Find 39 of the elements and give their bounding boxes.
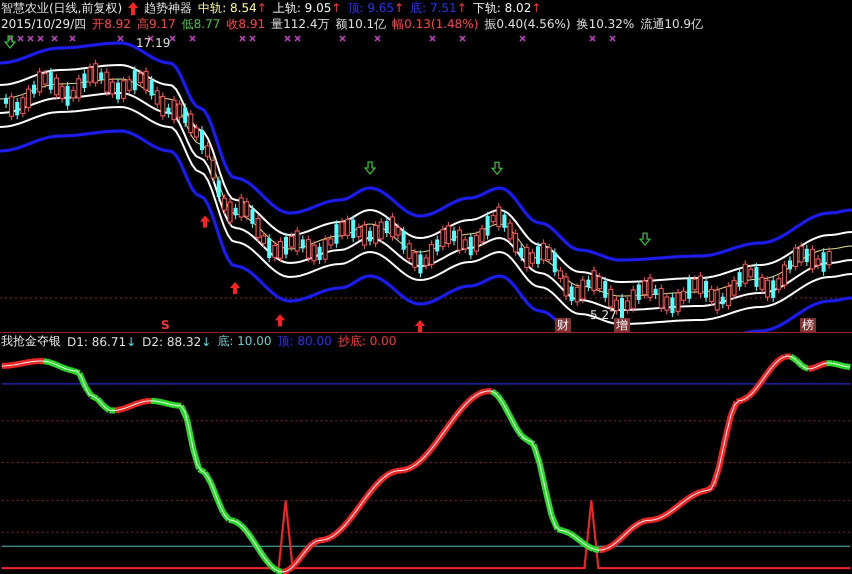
indicator-value: 下轨: 8.02↑	[472, 0, 542, 16]
quote-field: 量112.4万	[271, 16, 330, 32]
oscillator-title: 我抢金夺银	[1, 333, 61, 350]
up-arrow-icon	[200, 215, 210, 228]
quote-field: 开8.92	[92, 16, 131, 32]
chart-label: S	[161, 318, 170, 332]
down-arrow-icon	[364, 162, 376, 175]
quote-field: 高9.17	[136, 16, 176, 32]
quote-field: 幅0.13(1.48%)	[392, 16, 478, 32]
oscillator-value: 底: 10.00	[217, 333, 272, 350]
oscillator-value: 顶: 80.00	[278, 333, 332, 350]
up-arrow-icon	[128, 2, 138, 14]
indicator-value: 顶: 9.65↑	[347, 0, 404, 16]
indicator-value: 上轨: 9.05↑	[272, 0, 342, 16]
oscillator-value: D1: 86.71↓	[67, 334, 136, 349]
indicator-value: 底: 7.51↑	[410, 0, 467, 16]
quote-field: 流通10.9亿	[640, 16, 704, 32]
chart-label: 榜	[800, 318, 816, 332]
indicator-value: 中轨: 8.54↑	[198, 0, 267, 16]
up-arrow-icon	[275, 314, 285, 326]
quote-field: 额10.1亿	[335, 16, 386, 32]
down-arrow-icon	[4, 36, 16, 49]
oscillator-value: 抄底: 0.00	[338, 333, 396, 350]
chart-label: 17.19	[136, 36, 170, 50]
up-arrow-icon	[230, 282, 240, 294]
quote-field: 振0.40(4.56%)	[484, 16, 571, 32]
quote-field: 换10.32%	[576, 16, 634, 32]
stock-title: 智慧农业(日线,前复权)	[1, 0, 122, 16]
quote-field: 低8.77	[182, 16, 220, 32]
down-arrow-icon	[638, 232, 652, 246]
oscillator-value: D2: 88.32↓	[142, 334, 212, 349]
quote-date: 2015/10/29/四	[1, 16, 86, 32]
indicator-title: 趋势神器	[144, 0, 192, 16]
chart-label: 财	[555, 318, 571, 332]
chart-label: 增	[614, 318, 630, 332]
up-arrow-icon	[415, 320, 425, 332]
quote-field: 收8.91	[226, 16, 266, 32]
chart-label: 5.27	[590, 308, 617, 322]
down-arrow-icon	[490, 162, 504, 176]
